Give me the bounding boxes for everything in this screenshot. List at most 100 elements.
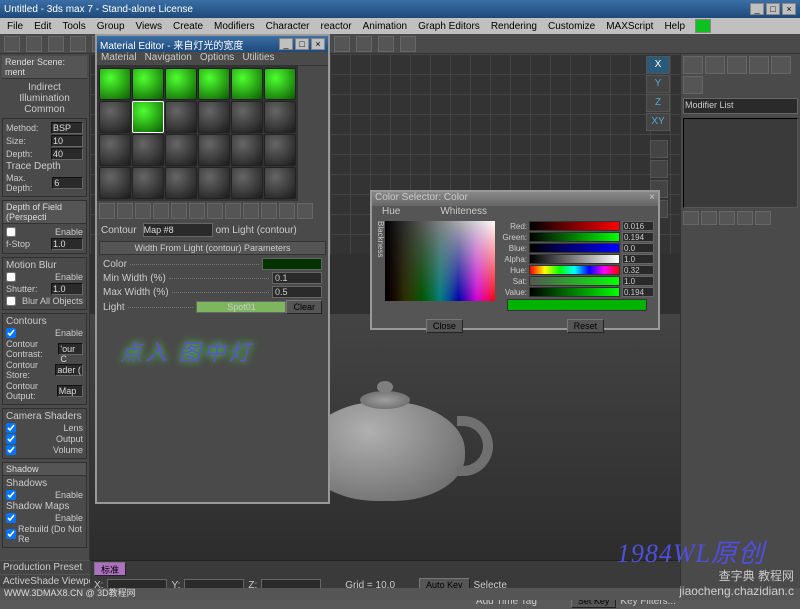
modifier-stack[interactable] — [683, 118, 798, 208]
create-tab-icon[interactable] — [683, 56, 703, 74]
clear-button[interactable]: Clear — [286, 300, 322, 314]
mat-slot-20[interactable] — [132, 167, 164, 199]
mat-slot-9[interactable] — [165, 101, 197, 133]
mat-slot-12[interactable] — [264, 101, 296, 133]
mat-menu-utilities[interactable]: Utilities — [242, 52, 274, 65]
menu-animation[interactable]: Animation — [358, 21, 412, 32]
unlink-icon[interactable] — [70, 36, 86, 52]
menu-group[interactable]: Group — [92, 21, 130, 32]
cs-value-value[interactable]: 0.194 — [622, 287, 654, 297]
cs-hue-value[interactable]: 0.32 — [622, 265, 654, 275]
mat-slot-21[interactable] — [165, 167, 197, 199]
lens-checkbox[interactable] — [6, 423, 16, 433]
show-map-icon[interactable] — [243, 203, 259, 219]
modifier-list-dropdown[interactable]: Modifier List — [683, 98, 798, 114]
menu-file[interactable]: File — [2, 21, 28, 32]
mat-slot-17[interactable] — [231, 134, 263, 166]
mb-enable-checkbox[interactable] — [6, 272, 16, 282]
mat-slot-5[interactable] — [231, 68, 263, 100]
common-tab[interactable]: Common — [5, 104, 84, 115]
axis-y[interactable]: Y — [646, 75, 670, 93]
cs-blue-slider[interactable] — [529, 243, 620, 253]
menu-edit[interactable]: Edit — [29, 21, 56, 32]
cs-close-button[interactable]: Close — [426, 319, 463, 333]
menu-maxscript[interactable]: MAXScript — [601, 21, 658, 32]
put-library-icon[interactable] — [207, 203, 223, 219]
volume-checkbox[interactable] — [6, 445, 16, 455]
menu-character[interactable]: Character — [261, 21, 315, 32]
minimize-icon[interactable]: _ — [750, 3, 764, 15]
mat-titlebar[interactable]: Material Editor - 来自灯光的宽度 _ □ × — [97, 36, 328, 52]
color-swatch[interactable] — [262, 258, 322, 270]
configure-icon[interactable] — [755, 211, 771, 225]
unique-icon[interactable] — [719, 211, 735, 225]
contours-enable-checkbox[interactable] — [6, 328, 16, 338]
width-rollout-header[interactable]: Width From Light (contour) Parameters — [99, 241, 326, 255]
menu-customize[interactable]: Customize — [543, 21, 600, 32]
size-value[interactable]: 10 — [51, 135, 83, 147]
mat-slot-18[interactable] — [264, 134, 296, 166]
mat-slot-22[interactable] — [198, 167, 230, 199]
utilities-tab-icon[interactable] — [683, 76, 703, 94]
axis-xy[interactable]: XY — [646, 113, 670, 131]
maximize-icon[interactable]: □ — [766, 3, 780, 15]
shader-mode[interactable]: om Light (contour) — [216, 225, 297, 236]
cs-green-value[interactable]: 0.194 — [622, 232, 654, 242]
mat-slot-6[interactable] — [264, 68, 296, 100]
mat-slot-10[interactable] — [198, 101, 230, 133]
modify-tab-icon[interactable] — [705, 56, 725, 74]
light-pick-button[interactable]: Spot01 — [196, 301, 286, 313]
method-value[interactable]: BSP — [51, 122, 83, 134]
map-name-field[interactable] — [143, 223, 213, 237]
cs-value-slider[interactable] — [529, 287, 620, 297]
go-parent-icon[interactable] — [279, 203, 295, 219]
mat-slot-19[interactable] — [99, 167, 131, 199]
get-material-icon[interactable] — [99, 203, 115, 219]
menu-tools[interactable]: Tools — [57, 21, 90, 32]
mat-slot-7[interactable] — [99, 101, 131, 133]
output-checkbox[interactable] — [6, 434, 16, 444]
hierarchy-tab-icon[interactable] — [727, 56, 747, 74]
mat-slot-14[interactable] — [132, 134, 164, 166]
shadow-rollout-header[interactable]: Shadow — [3, 463, 86, 476]
make-copy-icon[interactable] — [171, 203, 187, 219]
standard-button[interactable]: 标准 — [94, 562, 126, 576]
material-editor-icon[interactable] — [356, 36, 372, 52]
mat-slot-4[interactable] — [198, 68, 230, 100]
maxdepth-value[interactable]: 6 — [52, 177, 83, 189]
cs-alpha-value[interactable]: 1.0 — [622, 254, 654, 264]
sm-enable-checkbox[interactable] — [6, 513, 16, 523]
cs-value[interactable]: ader ( — [55, 364, 83, 376]
indirect-tab[interactable]: Indirect Illumination — [5, 82, 84, 104]
redo-icon[interactable] — [26, 36, 42, 52]
cs-sat-slider[interactable] — [529, 276, 620, 286]
mat-menu-options[interactable]: Options — [200, 52, 234, 65]
show-result-icon[interactable] — [701, 211, 717, 225]
menu-create[interactable]: Create — [168, 21, 208, 32]
mat-minimize-icon[interactable]: _ — [279, 38, 293, 50]
vp-nav1-icon[interactable] — [650, 140, 668, 158]
put-to-scene-icon[interactable] — [117, 203, 133, 219]
maxwidth-spinner[interactable]: 0.5 — [272, 286, 322, 298]
production-radio[interactable]: Production — [3, 562, 51, 573]
pin-stack-icon[interactable] — [683, 211, 699, 225]
shutter-value[interactable]: 1.0 — [51, 283, 83, 295]
cs-alpha-slider[interactable] — [529, 254, 620, 264]
minwidth-spinner[interactable]: 0.1 — [272, 272, 322, 284]
dof-header[interactable]: Depth of Field (Perspecti — [3, 201, 86, 224]
mat-slot-11[interactable] — [231, 101, 263, 133]
menu-help[interactable]: Help — [659, 21, 690, 32]
cs-sat-value[interactable]: 1.0 — [622, 276, 654, 286]
vp-nav2-icon[interactable] — [650, 160, 668, 178]
axis-x[interactable]: X — [646, 56, 670, 74]
undo-icon[interactable] — [4, 36, 20, 52]
cc-value[interactable]: 'our C — [58, 343, 83, 355]
axis-z[interactable]: Z — [646, 94, 670, 112]
color-gradient-picker[interactable] — [385, 221, 495, 301]
schematic-icon[interactable] — [334, 36, 350, 52]
mat-slot-15[interactable] — [165, 134, 197, 166]
cs-red-slider[interactable] — [529, 221, 620, 231]
cs-reset-button[interactable]: Reset — [567, 319, 605, 333]
menu-modifiers[interactable]: Modifiers — [209, 21, 260, 32]
cs-blue-value[interactable]: 0.0 — [622, 243, 654, 253]
